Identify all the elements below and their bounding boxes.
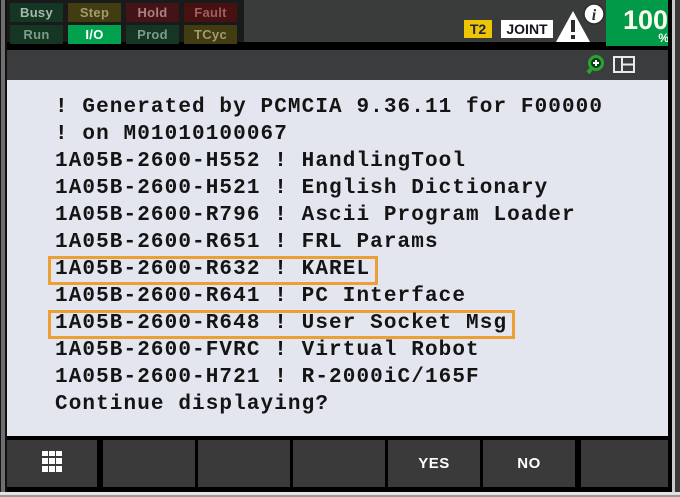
coord-badge-joint[interactable]: JOINT [501, 20, 553, 38]
mode-badge-t2[interactable]: T2 [464, 20, 492, 38]
terminal-line: 1A05B-2600-FVRC ! Virtual Robot [55, 337, 668, 364]
terminal-line: ! Generated by PCMCIA 9.36.11 for F00000 [55, 94, 668, 121]
window-edge-right [668, 0, 680, 497]
fkey-f6[interactable] [581, 440, 668, 487]
led-tcyc: TCyc [184, 25, 237, 44]
terminal-line: 1A05B-2600-R796 ! Ascii Program Loader [55, 202, 668, 229]
terminal-line: 1A05B-2600-H552 ! HandlingTool [55, 148, 668, 175]
window-edge-bottom [0, 492, 680, 497]
terminal-line-highlighted-user-socket-msg: 1A05B-2600-R648 ! User Socket Msg [55, 310, 668, 337]
grid-menu-icon [40, 461, 64, 478]
led-run: Run [10, 25, 63, 44]
led-fault: Fault [184, 3, 237, 22]
led-prod: Prod [126, 25, 179, 44]
teach-pendant-screen: Busy Step Hold Fault Run I/O Prod TCyc T… [0, 0, 680, 497]
led-step: Step [68, 3, 121, 22]
terminal-line: 1A05B-2600-R641 ! PC Interface [55, 283, 668, 310]
terminal-panel: ! Generated by PCMCIA 9.36.11 for F00000… [7, 80, 668, 436]
terminal-line: 1A05B-2600-H721 ! R-2000iC/165F [55, 364, 668, 391]
led-io: I/O [68, 25, 121, 44]
fkey-no-button[interactable]: NO [483, 440, 575, 487]
terminal-prompt: Continue displaying? [55, 391, 668, 418]
led-hold: Hold [126, 3, 179, 22]
fkey-yes-button[interactable]: YES [388, 440, 480, 487]
window-toolbar [0, 50, 680, 80]
fkey-f1[interactable] [103, 440, 195, 487]
software-options-listing: ! Generated by PCMCIA 9.36.11 for F00000… [7, 80, 668, 418]
terminal-line: 1A05B-2600-H521 ! English Dictionary [55, 175, 668, 202]
speed-override-box: 100 % [606, 0, 677, 46]
terminal-line: 1A05B-2600-R651 ! FRL Params [55, 229, 668, 256]
terminal-line-highlighted-karel: 1A05B-2600-R632 ! KAREL [55, 256, 668, 283]
zoom-in-icon[interactable] [586, 54, 608, 76]
fkey-f3[interactable] [293, 440, 385, 487]
svg-text:i: i [592, 7, 597, 24]
fkey-f2[interactable] [198, 440, 290, 487]
window-edge-left [0, 0, 7, 497]
status-bar: Busy Step Hold Fault Run I/O Prod TCyc T… [0, 0, 680, 46]
led-busy: Busy [10, 3, 63, 22]
function-key-bar: YES NO [0, 436, 680, 497]
menu-button[interactable] [7, 440, 97, 487]
terminal-line: ! on M01010100067 [55, 121, 668, 148]
split-screen-icon[interactable] [613, 54, 635, 76]
warning-info-icon[interactable]: i [554, 3, 606, 45]
